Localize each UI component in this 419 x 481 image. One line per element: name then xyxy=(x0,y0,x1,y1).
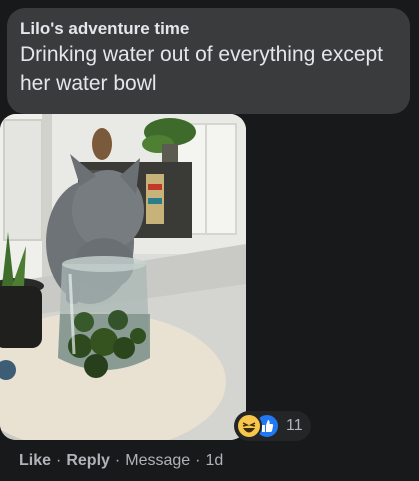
comment-text: Drinking water out of everything except … xyxy=(20,43,384,95)
comment-actions: Like · Reply · Message · 1d xyxy=(19,452,223,470)
comment-container: Lilo's adventure time Drinking water out… xyxy=(0,0,419,481)
reaction-count: 11 xyxy=(286,417,303,434)
separator: · xyxy=(114,452,121,469)
haha-emoji-icon xyxy=(236,413,262,439)
comment-photo[interactable] xyxy=(0,114,246,440)
separator: · xyxy=(195,452,201,469)
comment-bubble: Lilo's adventure time Drinking water out… xyxy=(7,8,410,114)
like-button[interactable]: Like xyxy=(19,452,51,470)
reaction-summary[interactable]: 11 xyxy=(234,411,311,441)
cat-drinking-from-vase-photo xyxy=(0,114,246,440)
message-button[interactable]: Message xyxy=(125,452,190,470)
separator: · xyxy=(56,452,62,469)
reply-button[interactable]: Reply xyxy=(66,452,110,470)
comment-timestamp[interactable]: 1d xyxy=(206,452,224,470)
comment-author[interactable]: Lilo's adventure time xyxy=(20,19,397,39)
